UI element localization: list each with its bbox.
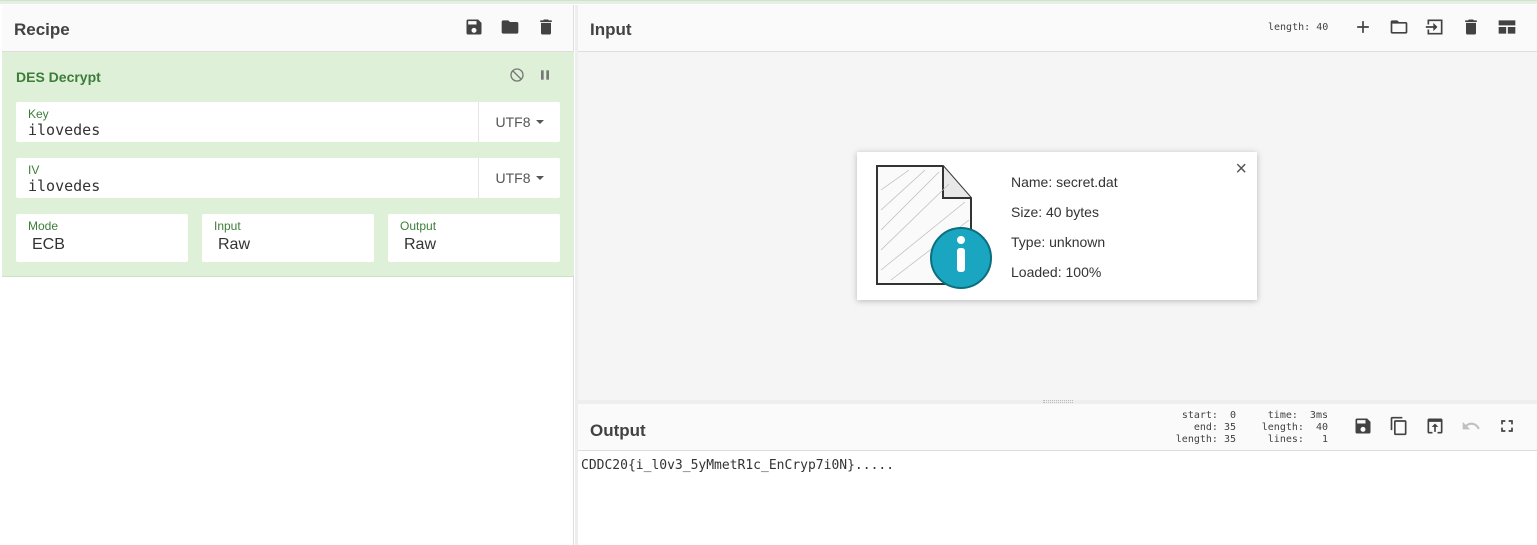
- recipe-panel: Recipe DES Decrypt Key ilovedes UTF8 IV …: [2, 5, 574, 545]
- input-length-label: length:: [1268, 22, 1311, 33]
- load-recipe-button[interactable]: [498, 15, 522, 39]
- top-accent-line: [0, 0, 1537, 4]
- output-selection-length-stat: length: 35: [1175, 434, 1236, 445]
- info-file-icon: [876, 165, 992, 289]
- output-end-stat: end: 35: [1193, 422, 1236, 433]
- input-title: Input: [590, 20, 632, 39]
- iv-encoding-dropdown[interactable]: UTF8: [478, 158, 560, 198]
- iv-encoding-label: UTF8: [495, 170, 531, 186]
- folder-icon: [501, 20, 519, 34]
- import-icon: [1425, 19, 1443, 35]
- file-loaded: Loaded: 100%: [1011, 264, 1102, 280]
- output-length-stat: length: 40: [1261, 422, 1328, 433]
- close-icon[interactable]: ×: [1235, 158, 1247, 181]
- input-format-label: Input: [214, 219, 241, 233]
- output-text[interactable]: CDDC20{i_l0v3_5yMmetR1c_EnCryp7i0N}.....: [581, 458, 894, 473]
- mode-label: Mode: [28, 219, 59, 233]
- key-label: Key: [28, 107, 49, 121]
- input-header: Input length: 40: [578, 5, 1537, 52]
- iv-field[interactable]: IV ilovedes UTF8: [16, 158, 560, 198]
- undo-button[interactable]: [1459, 414, 1483, 438]
- input-length-stat: length: 40: [1268, 22, 1328, 33]
- input-format-value: Raw: [218, 236, 251, 253]
- output-header: Output start: 0 end: 35 length: 35 time:…: [578, 404, 1537, 451]
- add-input-tab-button[interactable]: [1351, 15, 1375, 39]
- mode-select[interactable]: Mode ECB: [16, 214, 188, 262]
- trash-icon: [1465, 19, 1477, 35]
- key-encoding-label: UTF8: [495, 114, 531, 130]
- output-format-label: Output: [400, 219, 437, 233]
- key-input[interactable]: ilovedes: [28, 121, 100, 139]
- caret-down-icon: [535, 120, 544, 124]
- output-lines-stat: lines: 1: [1267, 434, 1328, 445]
- save-recipe-button[interactable]: [462, 15, 486, 39]
- maximise-output-button[interactable]: [1495, 414, 1519, 438]
- iv-label: IV: [28, 163, 40, 177]
- layout-icon: [1498, 20, 1516, 34]
- operation-des-decrypt[interactable]: DES Decrypt Key ilovedes UTF8 IV ilovede…: [2, 52, 574, 277]
- output-panel: Output start: 0 end: 35 length: 35 time:…: [578, 404, 1537, 545]
- disable-icon: [510, 68, 524, 82]
- file-size: Size: 40 bytes: [1011, 204, 1099, 220]
- output-start-stat: start: 0: [1181, 410, 1236, 421]
- open-folder-button[interactable]: [1423, 15, 1447, 39]
- plus-icon: [1357, 21, 1369, 33]
- folder-icon: [1390, 20, 1408, 34]
- input-panel: Input length: 40 Name: secret.dat Size: …: [578, 5, 1537, 400]
- file-type: Type: unknown: [1011, 234, 1106, 250]
- undo-icon: [1462, 421, 1480, 430]
- pause-icon: [541, 70, 549, 80]
- output-format-value: Raw: [404, 236, 437, 253]
- input-format-select[interactable]: Input Raw: [202, 214, 374, 262]
- input-length-value: 40: [1316, 22, 1329, 33]
- copy-output-button[interactable]: [1387, 414, 1411, 438]
- mode-value: ECB: [32, 236, 65, 253]
- output-title: Output: [590, 421, 646, 440]
- output-time-stat: time: 3ms: [1267, 410, 1328, 421]
- recipe-header: Recipe: [2, 5, 573, 52]
- copy-icon: [1390, 416, 1407, 436]
- save-output-button[interactable]: [1351, 414, 1375, 438]
- reset-layout-button[interactable]: [1495, 15, 1519, 39]
- file-name: Name: secret.dat: [1011, 174, 1118, 190]
- maximise-icon: [1501, 420, 1513, 432]
- recipe-title: Recipe: [14, 20, 70, 39]
- output-format-select[interactable]: Output Raw: [388, 214, 560, 262]
- operation-title: DES Decrypt: [16, 69, 101, 85]
- key-field[interactable]: Key ilovedes UTF8: [16, 102, 560, 142]
- file-details-card: Name: secret.dat Size: 40 bytes Type: un…: [857, 152, 1257, 300]
- save-icon: [466, 19, 482, 35]
- breakpoint-button[interactable]: [536, 66, 554, 84]
- clear-input-button[interactable]: [1459, 15, 1483, 39]
- clear-recipe-button[interactable]: [534, 15, 558, 39]
- open-file-button[interactable]: [1387, 15, 1411, 39]
- replace-input-button[interactable]: [1423, 414, 1447, 438]
- save-icon: [1355, 418, 1371, 434]
- iv-input[interactable]: ilovedes: [28, 177, 100, 195]
- resize-grip[interactable]: [1043, 400, 1073, 403]
- replace-input-icon: [1427, 418, 1443, 434]
- trash-icon: [540, 19, 552, 35]
- disable-operation-button[interactable]: [508, 66, 526, 84]
- key-encoding-dropdown[interactable]: UTF8: [478, 102, 560, 142]
- caret-down-icon: [535, 176, 544, 180]
